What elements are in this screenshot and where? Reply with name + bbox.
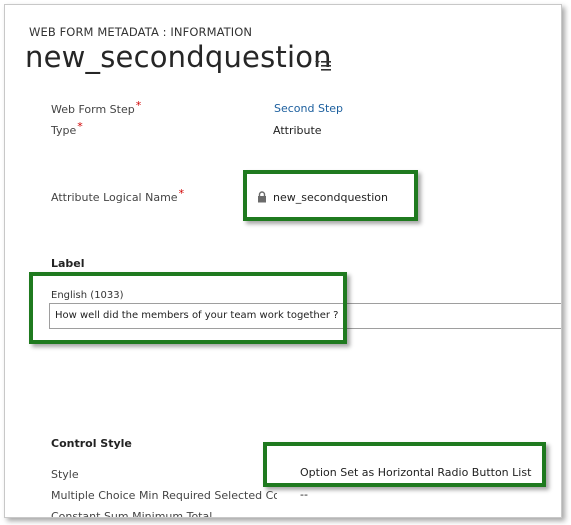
multiple-choice-min-value[interactable]: -- [300,488,308,501]
highlight-box-style [263,442,546,487]
highlight-box-label [29,272,347,344]
style-label: Style [51,468,79,481]
required-marker: * [178,187,185,200]
type-label-text: Type [51,124,77,137]
required-marker: * [77,120,83,133]
attribute-logical-name-label-text: Attribute Logical Name [51,191,178,204]
highlight-box-logical-name [243,170,418,221]
control-style-section-title: Control Style [51,437,132,450]
type-label: Type* [51,120,83,137]
constant-sum-min-label: Constant Sum Minimum Total [51,510,213,518]
attribute-logical-name-label: Attribute Logical Name* [51,187,184,204]
form-window: WEB FORM METADATA : INFORMATION new_seco… [4,4,562,518]
menu-icon[interactable] [315,58,331,72]
web-form-step-link[interactable]: Second Step [274,102,343,115]
type-value[interactable]: Attribute [273,124,322,137]
entity-label: WEB FORM METADATA : INFORMATION [29,25,253,39]
label-section-title: Label [51,257,85,270]
multiple-choice-min-label: Multiple Choice Min Required Selected Co… [51,489,277,502]
web-form-step-label: Web Form Step* [51,99,141,116]
required-marker: * [135,99,142,112]
record-title: new_secondquestion [25,40,332,74]
web-form-step-label-text: Web Form Step [51,103,135,116]
